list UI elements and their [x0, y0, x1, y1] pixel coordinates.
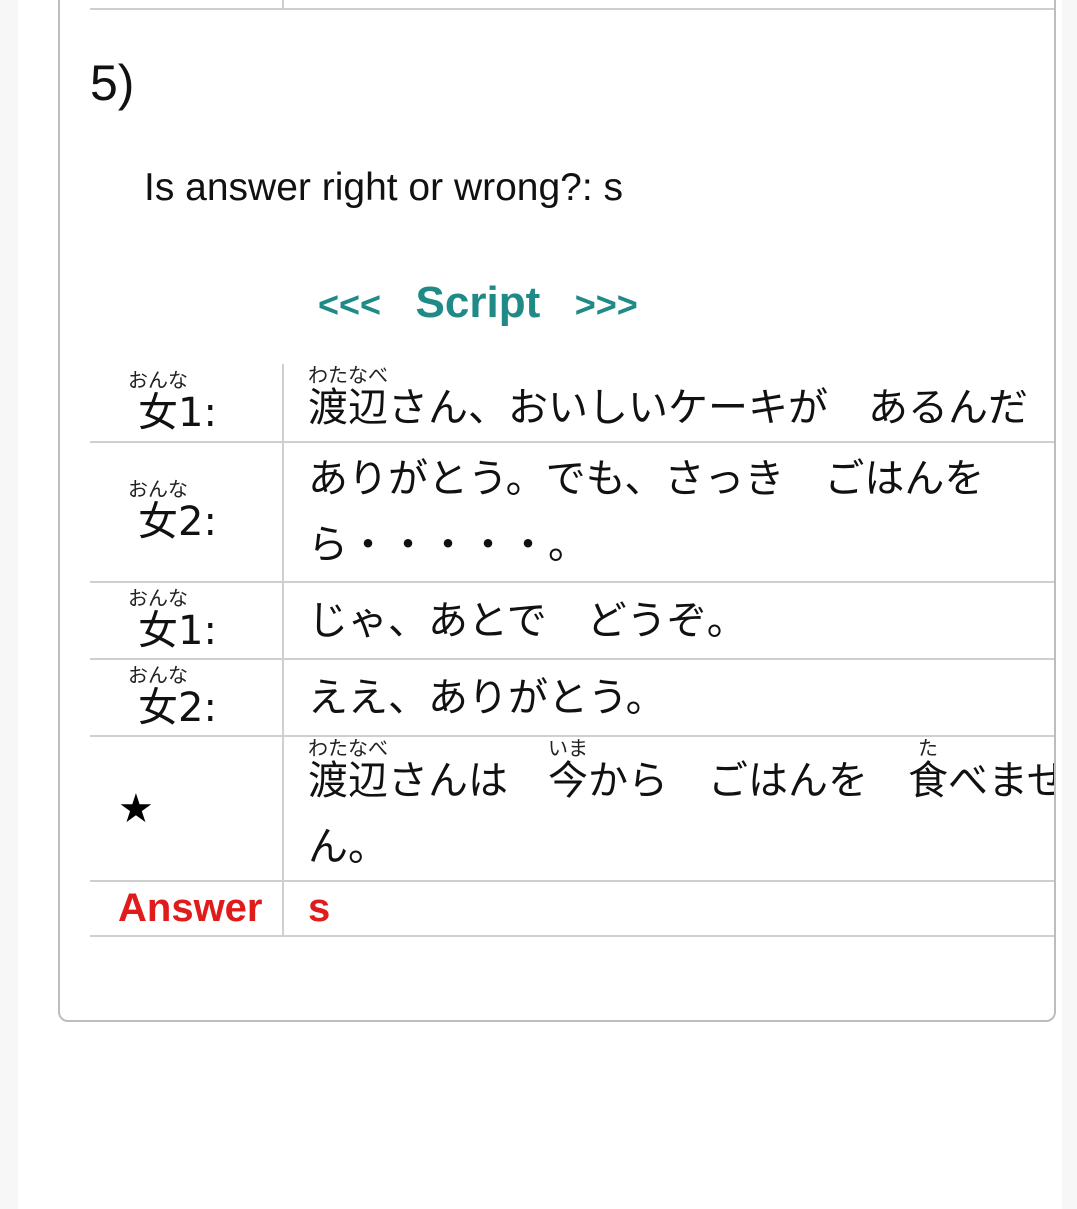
script-line-3: じゃ、あとで どうぞ。: [308, 597, 747, 644]
speaker-f1: 女おんな1:: [128, 585, 217, 654]
script-line-4: ええ、ありがとう。: [308, 674, 666, 721]
speaker-cell: ★: [90, 736, 284, 882]
star-icon: ★: [118, 785, 154, 832]
table-row: 女おんな2: ありがとう。でも、さっき ごはんを ら・・・・・。: [90, 442, 1054, 583]
line-cell: 渡辺わたなべさん、おいしいケーキが あるんだ: [283, 364, 1054, 443]
answer-label: Answer: [118, 886, 263, 930]
line-cell: ありがとう。でも、さっき ごはんを ら・・・・・。: [283, 442, 1054, 583]
speaker-f1: 女おんな1:: [128, 367, 217, 436]
table-row: 女おんな1: 渡辺わたなべさん、おいしいケーキが あるんだ: [90, 364, 1054, 443]
question-prompt: Is answer right or wrong?: s: [144, 166, 624, 209]
table-row: 女おんな1: じゃ、あとで どうぞ。: [90, 582, 1054, 660]
answer-label-cell: Answer: [90, 881, 284, 937]
page-background: 5) Is answer right or wrong?: s <<< Scri…: [18, 0, 1062, 1209]
previous-table-bottom-border: [90, 8, 1054, 10]
statement-line: 渡辺わたなべさんは 今いまから ごはんを 食たべません。: [308, 736, 1056, 870]
script-line-1: 渡辺わたなべさん、おいしいケーキが あるんだ: [308, 364, 1028, 431]
table-row: Answer s: [90, 881, 1054, 937]
answer-value: s: [308, 886, 331, 930]
line-cell: 渡辺わたなべさんは 今いまから ごはんを 食たべません。: [283, 736, 1056, 882]
prev-arrow-button[interactable]: <<<: [318, 284, 381, 325]
script-table: 女おんな1: 渡辺わたなべさん、おいしいケーキが あるんだ 女おんな2: ありが…: [90, 364, 1056, 937]
speaker-cell: 女おんな1:: [90, 364, 284, 443]
table-row: 女おんな2: ええ、ありがとう。: [90, 659, 1054, 737]
speaker-f2: 女おんな2:: [128, 477, 217, 545]
question-card: 5) Is answer right or wrong?: s <<< Scri…: [58, 0, 1056, 1022]
speaker-cell: 女おんな2:: [90, 442, 284, 583]
script-title[interactable]: Script: [416, 278, 541, 327]
next-arrow-button[interactable]: >>>: [575, 284, 638, 325]
line-cell: ええ、ありがとう。: [283, 659, 1054, 737]
script-navigation: <<< Script >>>: [318, 278, 638, 328]
previous-table-divider: [282, 0, 284, 9]
table-row: ★ 渡辺わたなべさんは 今いまから ごはんを 食たべません。: [90, 736, 1056, 882]
question-number: 5): [90, 55, 135, 111]
answer-value-cell: s: [283, 881, 1054, 937]
speaker-f2: 女おんな2:: [128, 662, 217, 731]
speaker-cell: 女おんな1:: [90, 582, 284, 660]
speaker-cell: 女おんな2:: [90, 659, 284, 737]
script-line-2: ありがとう。でも、さっき ごはんを ら・・・・・。: [308, 456, 1025, 568]
line-cell: じゃ、あとで どうぞ。: [283, 582, 1054, 660]
